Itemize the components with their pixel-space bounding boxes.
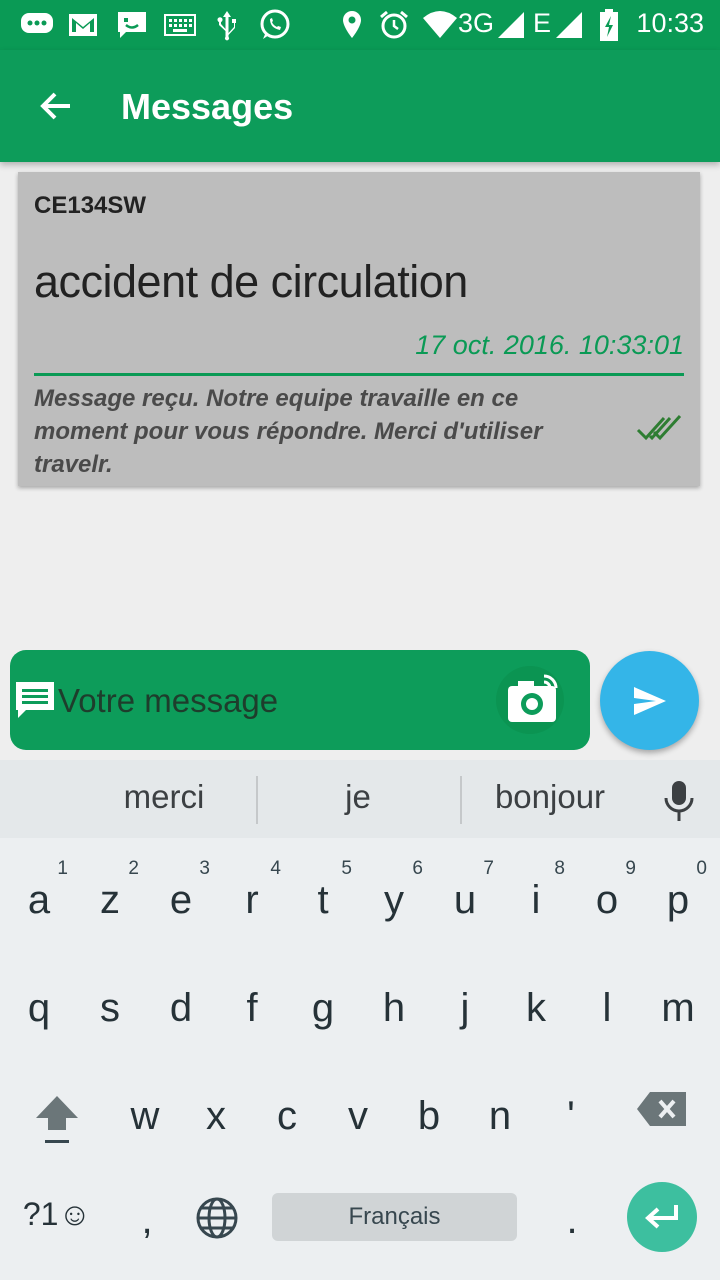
chat-icon [14, 680, 56, 725]
shift-icon [36, 1096, 78, 1143]
back-button[interactable] [26, 78, 86, 134]
soft-keyboard: merci je bonjour a1 z2 e3 r4 t5 y6 u7 i8… [0, 760, 720, 1280]
backspace-key[interactable] [626, 1078, 700, 1168]
auto-reply-text: Message reçu. Notre equipe travaille en … [34, 385, 543, 478]
backspace-icon [637, 1092, 686, 1126]
key-v[interactable]: v [323, 1078, 393, 1168]
key-s[interactable]: s [75, 970, 145, 1060]
key-e[interactable]: e3 [146, 858, 216, 952]
message-timestamp: 17 oct. 2016. 10:33:01 [415, 330, 684, 360]
symbols-key[interactable]: ?1☺ [14, 1182, 100, 1272]
suggestion-item[interactable]: merci [84, 778, 244, 816]
key-z[interactable]: z2 [75, 858, 145, 952]
microphone-icon[interactable] [656, 778, 702, 829]
shift-key[interactable] [20, 1078, 94, 1168]
key-r[interactable]: r4 [217, 858, 287, 952]
camera-icon [496, 666, 564, 734]
language-key[interactable] [182, 1182, 252, 1272]
key-l[interactable]: l [572, 970, 642, 1060]
send-button[interactable] [600, 651, 699, 750]
gmail-icon [68, 9, 98, 41]
key-p[interactable]: p0 [643, 858, 713, 952]
battery-charging-icon [598, 9, 620, 41]
key-o[interactable]: o9 [572, 858, 642, 952]
arrow-back-icon [40, 92, 70, 120]
space-key[interactable]: Français [272, 1193, 517, 1241]
whatsapp-icon [258, 9, 292, 41]
suggestion-item[interactable]: bonjour [470, 778, 630, 816]
network-e-label: E [533, 8, 552, 38]
message-text: accident de circulation [34, 256, 468, 307]
key-h[interactable]: h [359, 970, 429, 1060]
key-c[interactable]: c [252, 1078, 322, 1168]
key-b[interactable]: b [394, 1078, 464, 1168]
status-bar: 3G E 10:33 [0, 0, 720, 50]
chat-bubble-notification-icon [20, 9, 54, 41]
message-card[interactable]: CE134SW accident de circulation 17 oct. … [18, 172, 700, 486]
key-k[interactable]: k [501, 970, 571, 1060]
suggestion-item[interactable]: je [278, 778, 438, 816]
signal-strength-icon-2 [554, 9, 584, 41]
comma-key[interactable]: , [112, 1182, 182, 1272]
globe-icon [196, 1197, 238, 1239]
key-n[interactable]: n [465, 1078, 535, 1168]
key-u[interactable]: u7 [430, 858, 500, 952]
key-a[interactable]: a1 [4, 858, 74, 952]
card-divider [34, 373, 684, 376]
key-d[interactable]: d [146, 970, 216, 1060]
message-composer [10, 650, 590, 750]
wifi-icon [422, 9, 458, 41]
key-q[interactable]: q [4, 970, 74, 1060]
page-title: Messages [121, 86, 294, 127]
key-i[interactable]: i8 [501, 858, 571, 952]
key-j[interactable]: j [430, 970, 500, 1060]
alarm-icon [378, 9, 410, 41]
network-3g-label: 3G [458, 8, 495, 38]
key-m[interactable]: m [643, 970, 713, 1060]
app-bar: Messages [0, 50, 720, 162]
key-f[interactable]: f [217, 970, 287, 1060]
camera-button[interactable] [480, 660, 580, 740]
usb-icon [214, 9, 240, 41]
key-apostrophe[interactable]: ' [536, 1078, 606, 1168]
suggestion-divider [460, 776, 462, 824]
key-w[interactable]: w [110, 1078, 180, 1168]
suggestion-bar: merci je bonjour [0, 760, 720, 838]
key-y[interactable]: y6 [359, 858, 429, 952]
enter-key[interactable] [627, 1182, 697, 1252]
clock: 10:33 [636, 8, 704, 38]
enter-icon [645, 1205, 678, 1229]
key-x[interactable]: x [181, 1078, 251, 1168]
keyboard-icon [164, 9, 196, 41]
location-icon [340, 9, 364, 41]
period-key[interactable]: . [537, 1182, 607, 1272]
vehicle-plate: CE134SW [34, 192, 147, 219]
send-icon [633, 686, 666, 715]
sms-icon [116, 9, 148, 41]
message-input[interactable] [58, 676, 478, 726]
signal-strength-icon [496, 9, 526, 41]
suggestion-divider [256, 776, 258, 824]
key-t[interactable]: t5 [288, 858, 358, 952]
double-check-icon [636, 412, 684, 449]
key-g[interactable]: g [288, 970, 358, 1060]
